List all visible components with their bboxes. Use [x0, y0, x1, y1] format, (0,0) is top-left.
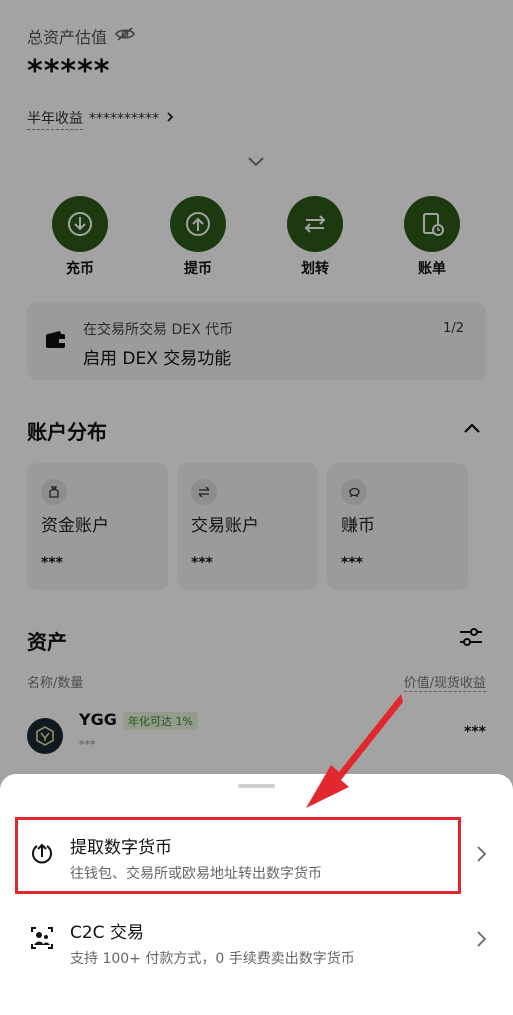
c2c-user-icon — [30, 926, 54, 954]
highlight-box — [15, 817, 461, 894]
chevron-right-icon — [475, 845, 487, 867]
chevron-right-icon — [475, 930, 487, 952]
withdraw-options-sheet: 提取数字货币 往钱包、交易所或欧易地址转出数字货币 C2C 交易 支持 100+… — [0, 774, 513, 1015]
c2c-trade-option[interactable]: C2C 交易 支持 100+ 付款方式，0 手续费卖出数字货币 — [0, 902, 513, 982]
sheet-handle[interactable] — [238, 784, 275, 788]
c2c-trade-subtitle: 支持 100+ 付款方式，0 手续费卖出数字货币 — [70, 951, 355, 967]
c2c-trade-title: C2C 交易 — [70, 923, 144, 943]
